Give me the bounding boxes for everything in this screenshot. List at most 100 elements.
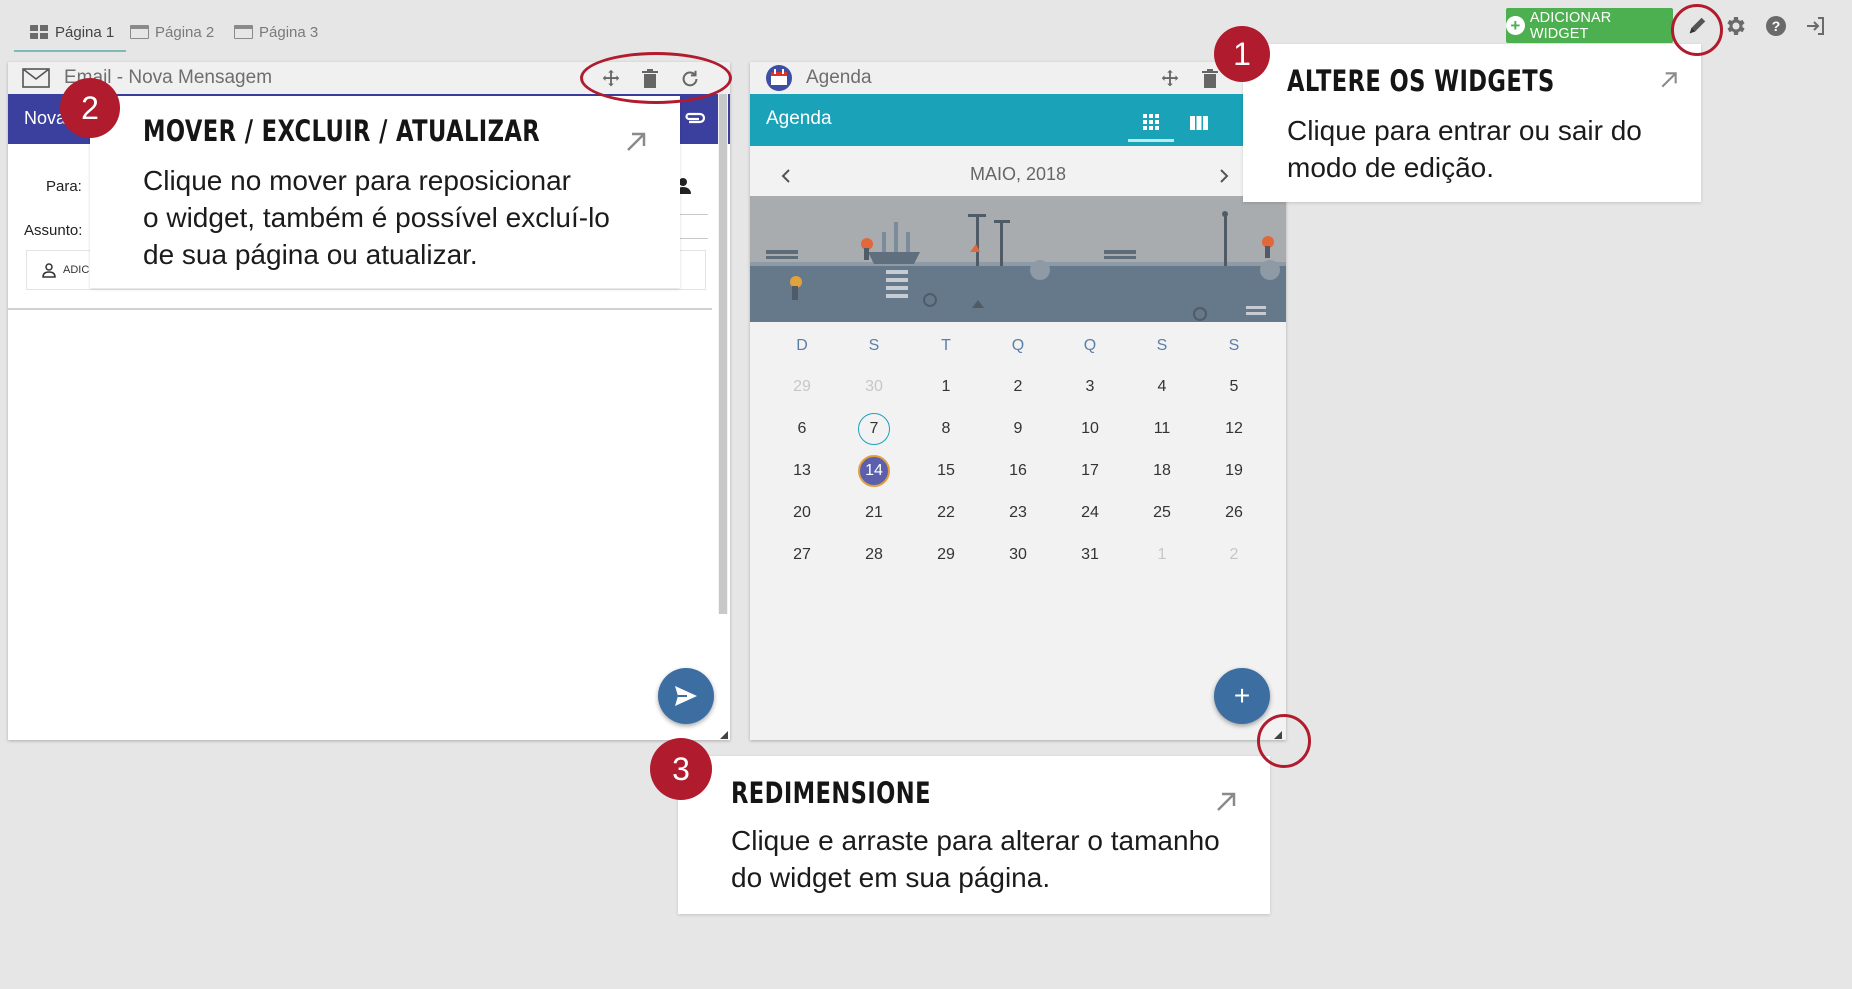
plus-icon: +: [1233, 680, 1251, 711]
calendar-day[interactable]: 5: [1214, 369, 1254, 405]
calendar-day[interactable]: 17: [1070, 453, 1110, 489]
svg-text:?: ?: [1772, 18, 1781, 34]
logout-icon[interactable]: [1802, 12, 1830, 40]
subject-field-label: Assunto:: [24, 222, 83, 239]
email-scrollbar-thumb[interactable]: [719, 94, 727, 614]
tab-pagina-2[interactable]: Página 2: [130, 12, 214, 52]
tutorial-callout-step-1: ALTERE OS WIDGETS Clique para entrar ou …: [1243, 44, 1701, 202]
calendar-day[interactable]: 19: [1214, 453, 1254, 489]
calendar-day[interactable]: 25: [1142, 495, 1182, 531]
calendar-day[interactable]: 12: [1214, 411, 1254, 447]
attachment-clip-icon[interactable]: [683, 108, 707, 133]
to-field-label: Para:: [46, 178, 82, 195]
agenda-bar-title: Agenda: [766, 108, 832, 129]
tab-label: Página 3: [259, 23, 319, 41]
step-badge-2: 2: [60, 78, 120, 138]
calendar-day[interactable]: 18: [1142, 453, 1182, 489]
agenda-widget-header: Agenda: [750, 62, 1286, 94]
callout-heading: REDIMENSIONE: [731, 776, 931, 810]
move-icon[interactable]: [1158, 67, 1182, 91]
weekday-header: Q: [1011, 337, 1025, 354]
calendar-day[interactable]: 13: [782, 453, 822, 489]
weekday-header: T: [941, 337, 951, 354]
active-tab-indicator: [14, 50, 127, 52]
callout-text-line: Clique para entrar ou sair do: [1287, 115, 1642, 146]
calendar-day[interactable]: 29: [782, 369, 822, 405]
calendar-day[interactable]: 9: [998, 411, 1038, 447]
envelope-icon: [22, 67, 52, 94]
weekday-header: D: [796, 337, 808, 354]
step-badge-3: 3: [650, 738, 712, 800]
add-widget-label: ADICIONAR WIDGET: [1529, 9, 1612, 42]
calendar-day[interactable]: 26: [1214, 495, 1254, 531]
calendar-day-selected[interactable]: 14: [854, 453, 894, 489]
delete-trash-icon[interactable]: [1198, 67, 1222, 91]
calendar-day-today[interactable]: 7: [854, 411, 894, 447]
highlight-ring-edit-button: [1671, 4, 1723, 56]
settings-icon[interactable]: [1722, 12, 1750, 40]
callout-text-line: Clique no mover para reposicionar: [143, 165, 571, 196]
tab-pagina-1[interactable]: Página 1: [14, 12, 127, 52]
help-icon[interactable]: ?: [1762, 12, 1790, 40]
calendar-day[interactable]: 10: [1070, 411, 1110, 447]
today-circle: 7: [858, 413, 890, 445]
calendar-day[interactable]: 22: [926, 495, 966, 531]
calendar-day[interactable]: 27: [782, 537, 822, 573]
month-view-grid-icon[interactable]: [1128, 104, 1174, 142]
calendar-day[interactable]: 4: [1142, 369, 1182, 405]
arrow-up-right-icon: [1214, 790, 1238, 814]
calendar-day[interactable]: 28: [854, 537, 894, 573]
email-resize-handle[interactable]: [718, 728, 730, 740]
chevron-right-icon[interactable]: [1210, 162, 1238, 190]
calendar-day[interactable]: 30: [854, 369, 894, 405]
send-paper-plane-icon: [675, 686, 697, 706]
weekday-header: S: [868, 337, 880, 354]
tutorial-callout-step-3: REDIMENSIONE Clique e arraste para alter…: [678, 756, 1270, 914]
add-event-button[interactable]: +: [1214, 668, 1270, 724]
tab-pagina-3[interactable]: Página 3: [234, 12, 318, 52]
tab-label: Página 1: [55, 23, 115, 41]
callout-text-line: do widget em sua página.: [731, 862, 1051, 893]
email-body-editor[interactable]: [8, 308, 712, 740]
calendar-day[interactable]: 8: [926, 411, 966, 447]
weekday-header: S: [1228, 337, 1240, 354]
callout-text-line: o widget, também é possível excluí-lo: [143, 202, 610, 233]
calendar-day[interactable]: 30: [998, 537, 1038, 573]
email-scrollbar[interactable]: [718, 94, 728, 614]
calendar-day[interactable]: 15: [926, 453, 966, 489]
calendar-day[interactable]: 6: [782, 411, 822, 447]
calendar-day[interactable]: 29: [926, 537, 966, 573]
calendar-day[interactable]: 21: [854, 495, 894, 531]
calendar-day[interactable]: 2: [998, 369, 1038, 405]
tutorial-callout-step-2: MOVER / EXCLUIR / ATUALIZAR Clique no mo…: [90, 96, 680, 288]
calendar-day[interactable]: 20: [782, 495, 822, 531]
page-window-icon: [234, 25, 253, 39]
month-header-illustration: [750, 196, 1286, 322]
calendar-day[interactable]: 1: [926, 369, 966, 405]
calendar-day[interactable]: 1: [1142, 537, 1182, 573]
person-outline-icon: [42, 263, 56, 278]
callout-heading: MOVER / EXCLUIR / ATUALIZAR: [143, 114, 541, 148]
weekday-header: Q: [1083, 337, 1097, 354]
agenda-toolbar: Agenda: [750, 94, 1286, 146]
calendar-day[interactable]: 16: [998, 453, 1038, 489]
highlight-ring-resize-handle: [1257, 714, 1311, 768]
send-button[interactable]: [658, 668, 714, 724]
callout-text-line: de sua página ou atualizar.: [143, 239, 478, 270]
dashboard-grid-icon: [30, 25, 49, 39]
arrow-up-right-icon: [1659, 70, 1683, 94]
month-label: MAIO, 2018: [969, 164, 1067, 184]
calendar-day[interactable]: 3: [1070, 369, 1110, 405]
calendar-app-icon: [764, 64, 794, 97]
calendar-day[interactable]: 2: [1214, 537, 1254, 573]
calendar-day[interactable]: 23: [998, 495, 1038, 531]
tab-label: Página 2: [155, 23, 215, 41]
agenda-widget: Agenda Agenda MAIO, 2018 D S T Q Q S S 2…: [750, 62, 1286, 740]
month-navigation: MAIO, 2018: [750, 154, 1286, 194]
arrow-up-right-icon: [624, 130, 648, 154]
calendar-day[interactable]: 31: [1070, 537, 1110, 573]
add-widget-button[interactable]: + ADICIONAR WIDGET: [1506, 8, 1673, 43]
week-view-columns-icon[interactable]: [1176, 104, 1222, 142]
calendar-day[interactable]: 24: [1070, 495, 1110, 531]
calendar-day[interactable]: 11: [1142, 411, 1182, 447]
